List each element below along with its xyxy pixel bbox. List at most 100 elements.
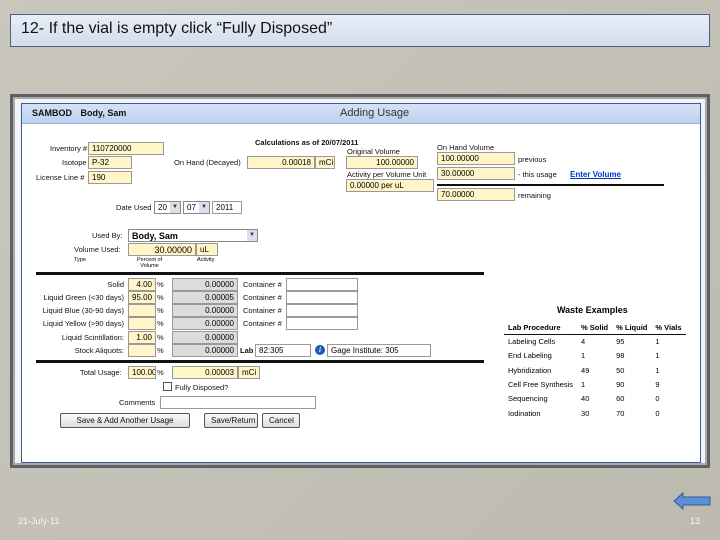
row-liquid-green-container-label: Container # [243,293,282,302]
inventory-field[interactable]: 110720000 [88,142,164,155]
on-hand-decayed-label: On Hand (Decayed) [174,158,241,167]
row-liquid-yellow-percent[interactable] [128,317,156,330]
total-usage-label: Total Usage: [80,368,122,377]
date-month-value: 07 [187,203,196,212]
volume-unit: uL [196,243,218,256]
table-cell: End Labeling [508,351,552,361]
volume-used-label: Volume Used: [74,245,121,254]
info-icon[interactable]: i [315,345,325,355]
this-usage-field: 30.00000 [437,167,515,180]
on-hand-decayed-field: 0.00018 [247,156,315,169]
table-cell: 40 [581,394,590,404]
slide-page-number: 13 [690,516,701,526]
original-volume-field: 100.00000 [346,156,418,169]
percent-sign: % [157,346,164,355]
cancel-button[interactable]: Cancel [262,413,300,428]
user-name: Body, Sam [80,108,127,118]
this-usage-label: - this usage [518,170,557,179]
save-add-another-button[interactable]: Save & Add Another Usage [60,413,190,428]
col-activity-header: Activity [197,257,215,263]
lab-label: Lab [240,346,254,355]
row-liquid-green-percent[interactable]: 95.00 [128,291,156,304]
used-by-select[interactable]: Body, Sam ▼ [128,229,258,242]
row-liquid-scint-label: Liquid Scintillation: [61,333,124,342]
row-solid-percent[interactable]: 4.00 [128,278,156,291]
table-cell: 1 [581,351,586,361]
waste-examples-title: Waste Examples [557,305,628,315]
date-month-select[interactable]: 07 ▼ [183,201,210,214]
page-title: Adding Usage [340,107,410,119]
col-liquid: % Liquid [612,321,652,335]
table-cell: 98 [616,351,625,361]
row-liquid-yellow-container[interactable] [286,317,358,330]
previous-label: previous [518,155,547,164]
percent-sign: % [157,280,164,289]
table-cell: 70 [616,408,625,418]
col-percent-header: Percent of Volume [137,257,162,269]
row-stock-aliquots-percent[interactable] [128,344,156,357]
total-usage-activity: 0.00003 [172,366,238,379]
row-liquid-green-container[interactable] [286,291,358,304]
row-liquid-blue-label: Liquid Blue (30-90 days) [42,306,124,315]
chevron-down-icon: ▼ [247,230,257,241]
row-liquid-blue-percent[interactable] [128,304,156,317]
table-row: Iodination 30 70 0 [504,406,686,420]
row-liquid-blue-container-label: Container # [243,306,282,315]
gage-institute-field: Gage Institute: 305 [327,344,431,357]
row-liquid-green-activity: 0.00005 [172,291,238,304]
license-field[interactable]: 190 [88,171,132,184]
enter-volume-link[interactable]: Enter Volume [570,170,621,179]
table-cell: 49 [581,365,590,375]
isotope-field[interactable]: P-32 [88,156,132,169]
waste-examples-table: Lab Procedure % Solid % Liquid % Vials L… [504,321,686,420]
row-liquid-yellow-label: Liquid Yellow (>90 days) [42,319,124,328]
row-liquid-yellow-activity: 0.00000 [172,317,238,330]
row-liquid-blue-container[interactable] [286,304,358,317]
row-solid-container[interactable] [286,278,358,291]
percent-sign: % [157,306,164,315]
header-user: SAMBOD Body, Sam [32,108,132,118]
date-year-field[interactable]: 2011 [212,201,242,214]
col-lab-procedure: Lab Procedure [504,321,578,335]
app-window: SAMBOD Body, Sam Adding Usage Inventory … [21,103,701,463]
date-day-select[interactable]: 20 ▼ [154,201,181,214]
chevron-down-icon: ▼ [199,202,209,213]
row-liquid-scint-activity: 0.00000 [172,331,238,344]
section-divider-top [36,272,484,275]
table-cell: Iodination [508,408,541,418]
table-row: Cell Free Synthesis 1 90 9 [504,377,686,391]
activity-per-volume-label: Activity per Volume Unit [347,170,427,179]
license-label: License Line # [36,173,85,182]
table-cell: Sequencing [508,394,548,404]
isotope-label: Isotope [62,158,87,167]
lab-field[interactable]: 82:305 [255,344,311,357]
table-cell: 4 [581,337,586,347]
table-cell: 1 [655,365,660,375]
fully-disposed-label: Fully Disposed? [175,383,229,392]
table-cell: Cell Free Synthesis [508,380,574,390]
back-arrow-icon[interactable] [673,492,711,510]
fully-disposed-checkbox[interactable] [163,382,172,391]
user-code: SAMBOD [32,108,72,118]
row-solid-label: Solid [107,280,124,289]
table-cell: 60 [616,394,625,404]
on-hand-previous-field: 100.00000 [437,152,515,165]
used-by-label: Used By: [92,231,123,240]
percent-sign: % [157,333,164,342]
row-liquid-scint-percent[interactable]: 1.00 [128,331,156,344]
screenshot-frame: SAMBOD Body, Sam Adding Usage Inventory … [10,94,710,468]
mci-unit: mCi [238,366,260,379]
save-return-button[interactable]: Save/Return [204,413,258,428]
col-type-header: Type [74,257,86,263]
table-cell: 95 [616,337,625,347]
percent-sign: % [157,319,164,328]
section-divider-bottom [36,360,484,363]
row-stock-aliquots-label: Stock Aliquots: [74,346,124,355]
table-cell: 1 [655,337,660,347]
comments-field[interactable] [160,396,316,409]
volume-used-field[interactable]: 30.00000 [128,243,196,256]
table-cell: 9 [655,380,660,390]
used-by-value: Body, Sam [132,231,178,241]
percent-sign: % [157,368,164,377]
table-row: Hybridization 49 50 1 [504,363,686,377]
